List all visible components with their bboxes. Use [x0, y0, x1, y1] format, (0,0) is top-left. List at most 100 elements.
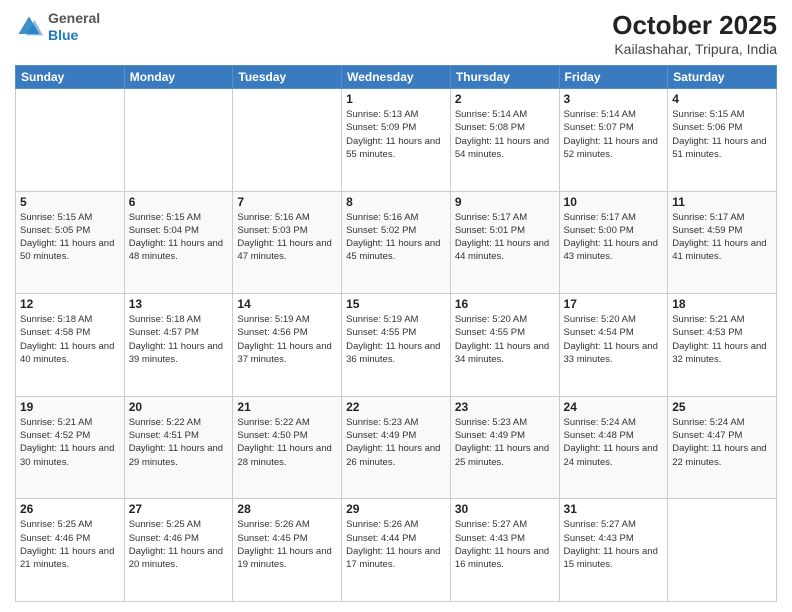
- day-info: Sunrise: 5:19 AM Sunset: 4:55 PM Dayligh…: [346, 313, 446, 366]
- daylight: Daylight: 11 hours and 47 minutes.: [237, 238, 331, 262]
- daylight: Daylight: 11 hours and 19 minutes.: [237, 546, 331, 570]
- calendar-cell: 12 Sunrise: 5:18 AM Sunset: 4:58 PM Dayl…: [16, 294, 125, 397]
- sunrise: Sunrise: 5:24 AM: [564, 417, 636, 428]
- daylight: Daylight: 11 hours and 25 minutes.: [455, 443, 549, 467]
- daylight: Daylight: 11 hours and 26 minutes.: [346, 443, 440, 467]
- day-info: Sunrise: 5:24 AM Sunset: 4:47 PM Dayligh…: [672, 416, 772, 469]
- calendar-cell: 23 Sunrise: 5:23 AM Sunset: 4:49 PM Dayl…: [450, 396, 559, 499]
- logo-text: General Blue: [48, 10, 100, 44]
- sunrise: Sunrise: 5:19 AM: [346, 314, 418, 325]
- calendar-cell: 10 Sunrise: 5:17 AM Sunset: 5:00 PM Dayl…: [559, 191, 668, 294]
- day-number: 18: [672, 297, 772, 311]
- daylight: Daylight: 11 hours and 29 minutes.: [129, 443, 223, 467]
- sunset: Sunset: 5:03 PM: [237, 225, 307, 236]
- day-number: 23: [455, 400, 555, 414]
- sunrise: Sunrise: 5:25 AM: [129, 519, 201, 530]
- sunrise: Sunrise: 5:15 AM: [672, 109, 744, 120]
- sunrise: Sunrise: 5:24 AM: [672, 417, 744, 428]
- calendar-cell: [16, 89, 125, 192]
- calendar-week-row: 5 Sunrise: 5:15 AM Sunset: 5:05 PM Dayli…: [16, 191, 777, 294]
- calendar-cell: 28 Sunrise: 5:26 AM Sunset: 4:45 PM Dayl…: [233, 499, 342, 602]
- day-info: Sunrise: 5:25 AM Sunset: 4:46 PM Dayligh…: [129, 518, 229, 571]
- sunrise: Sunrise: 5:18 AM: [129, 314, 201, 325]
- sunset: Sunset: 5:01 PM: [455, 225, 525, 236]
- daylight: Daylight: 11 hours and 22 minutes.: [672, 443, 766, 467]
- sunset: Sunset: 4:55 PM: [455, 327, 525, 338]
- calendar-cell: 9 Sunrise: 5:17 AM Sunset: 5:01 PM Dayli…: [450, 191, 559, 294]
- sunset: Sunset: 5:09 PM: [346, 122, 416, 133]
- day-info: Sunrise: 5:23 AM Sunset: 4:49 PM Dayligh…: [455, 416, 555, 469]
- sunrise: Sunrise: 5:17 AM: [564, 212, 636, 223]
- calendar-cell: 22 Sunrise: 5:23 AM Sunset: 4:49 PM Dayl…: [342, 396, 451, 499]
- day-number: 26: [20, 502, 120, 516]
- calendar-cell: 3 Sunrise: 5:14 AM Sunset: 5:07 PM Dayli…: [559, 89, 668, 192]
- day-info: Sunrise: 5:22 AM Sunset: 4:51 PM Dayligh…: [129, 416, 229, 469]
- day-number: 3: [564, 92, 664, 106]
- daylight: Daylight: 11 hours and 43 minutes.: [564, 238, 658, 262]
- sunset: Sunset: 4:51 PM: [129, 430, 199, 441]
- header: General Blue October 2025 Kailashahar, T…: [15, 10, 777, 57]
- calendar-cell: 14 Sunrise: 5:19 AM Sunset: 4:56 PM Dayl…: [233, 294, 342, 397]
- sunrise: Sunrise: 5:16 AM: [237, 212, 309, 223]
- sunset: Sunset: 4:44 PM: [346, 533, 416, 544]
- sunset: Sunset: 4:48 PM: [564, 430, 634, 441]
- day-info: Sunrise: 5:15 AM Sunset: 5:06 PM Dayligh…: [672, 108, 772, 161]
- daylight: Daylight: 11 hours and 40 minutes.: [20, 341, 114, 365]
- day-number: 8: [346, 195, 446, 209]
- sunrise: Sunrise: 5:27 AM: [455, 519, 527, 530]
- day-info: Sunrise: 5:24 AM Sunset: 4:48 PM Dayligh…: [564, 416, 664, 469]
- sunset: Sunset: 5:00 PM: [564, 225, 634, 236]
- day-info: Sunrise: 5:17 AM Sunset: 5:01 PM Dayligh…: [455, 211, 555, 264]
- calendar-cell: 16 Sunrise: 5:20 AM Sunset: 4:55 PM Dayl…: [450, 294, 559, 397]
- header-friday: Friday: [559, 66, 668, 89]
- day-info: Sunrise: 5:27 AM Sunset: 4:43 PM Dayligh…: [455, 518, 555, 571]
- calendar-cell: 11 Sunrise: 5:17 AM Sunset: 4:59 PM Dayl…: [668, 191, 777, 294]
- calendar-week-row: 19 Sunrise: 5:21 AM Sunset: 4:52 PM Dayl…: [16, 396, 777, 499]
- sunset: Sunset: 5:07 PM: [564, 122, 634, 133]
- sunrise: Sunrise: 5:20 AM: [564, 314, 636, 325]
- daylight: Daylight: 11 hours and 20 minutes.: [129, 546, 223, 570]
- calendar-cell: 24 Sunrise: 5:24 AM Sunset: 4:48 PM Dayl…: [559, 396, 668, 499]
- day-number: 28: [237, 502, 337, 516]
- day-number: 21: [237, 400, 337, 414]
- day-info: Sunrise: 5:20 AM Sunset: 4:54 PM Dayligh…: [564, 313, 664, 366]
- day-info: Sunrise: 5:16 AM Sunset: 5:02 PM Dayligh…: [346, 211, 446, 264]
- calendar-subtitle: Kailashahar, Tripura, India: [612, 41, 777, 57]
- sunrise: Sunrise: 5:17 AM: [455, 212, 527, 223]
- sunrise: Sunrise: 5:18 AM: [20, 314, 92, 325]
- day-info: Sunrise: 5:14 AM Sunset: 5:08 PM Dayligh…: [455, 108, 555, 161]
- calendar-cell: 27 Sunrise: 5:25 AM Sunset: 4:46 PM Dayl…: [124, 499, 233, 602]
- day-number: 9: [455, 195, 555, 209]
- day-number: 7: [237, 195, 337, 209]
- sunrise: Sunrise: 5:21 AM: [672, 314, 744, 325]
- daylight: Daylight: 11 hours and 45 minutes.: [346, 238, 440, 262]
- day-info: Sunrise: 5:21 AM Sunset: 4:53 PM Dayligh…: [672, 313, 772, 366]
- header-sunday: Sunday: [16, 66, 125, 89]
- daylight: Daylight: 11 hours and 28 minutes.: [237, 443, 331, 467]
- daylight: Daylight: 11 hours and 15 minutes.: [564, 546, 658, 570]
- daylight: Daylight: 11 hours and 55 minutes.: [346, 136, 440, 160]
- calendar-cell: 15 Sunrise: 5:19 AM Sunset: 4:55 PM Dayl…: [342, 294, 451, 397]
- day-info: Sunrise: 5:27 AM Sunset: 4:43 PM Dayligh…: [564, 518, 664, 571]
- header-tuesday: Tuesday: [233, 66, 342, 89]
- day-info: Sunrise: 5:17 AM Sunset: 4:59 PM Dayligh…: [672, 211, 772, 264]
- calendar-week-row: 26 Sunrise: 5:25 AM Sunset: 4:46 PM Dayl…: [16, 499, 777, 602]
- calendar-cell: 21 Sunrise: 5:22 AM Sunset: 4:50 PM Dayl…: [233, 396, 342, 499]
- calendar-cell: 4 Sunrise: 5:15 AM Sunset: 5:06 PM Dayli…: [668, 89, 777, 192]
- day-number: 31: [564, 502, 664, 516]
- sunset: Sunset: 4:46 PM: [20, 533, 90, 544]
- day-info: Sunrise: 5:25 AM Sunset: 4:46 PM Dayligh…: [20, 518, 120, 571]
- logo-general: General: [48, 10, 100, 26]
- sunset: Sunset: 4:58 PM: [20, 327, 90, 338]
- sunset: Sunset: 4:49 PM: [455, 430, 525, 441]
- calendar-cell: 8 Sunrise: 5:16 AM Sunset: 5:02 PM Dayli…: [342, 191, 451, 294]
- daylight: Daylight: 11 hours and 17 minutes.: [346, 546, 440, 570]
- day-info: Sunrise: 5:14 AM Sunset: 5:07 PM Dayligh…: [564, 108, 664, 161]
- daylight: Daylight: 11 hours and 44 minutes.: [455, 238, 549, 262]
- sunset: Sunset: 4:56 PM: [237, 327, 307, 338]
- day-info: Sunrise: 5:26 AM Sunset: 4:45 PM Dayligh…: [237, 518, 337, 571]
- calendar-cell: 5 Sunrise: 5:15 AM Sunset: 5:05 PM Dayli…: [16, 191, 125, 294]
- sunrise: Sunrise: 5:14 AM: [564, 109, 636, 120]
- day-number: 2: [455, 92, 555, 106]
- weekday-header-row: Sunday Monday Tuesday Wednesday Thursday…: [16, 66, 777, 89]
